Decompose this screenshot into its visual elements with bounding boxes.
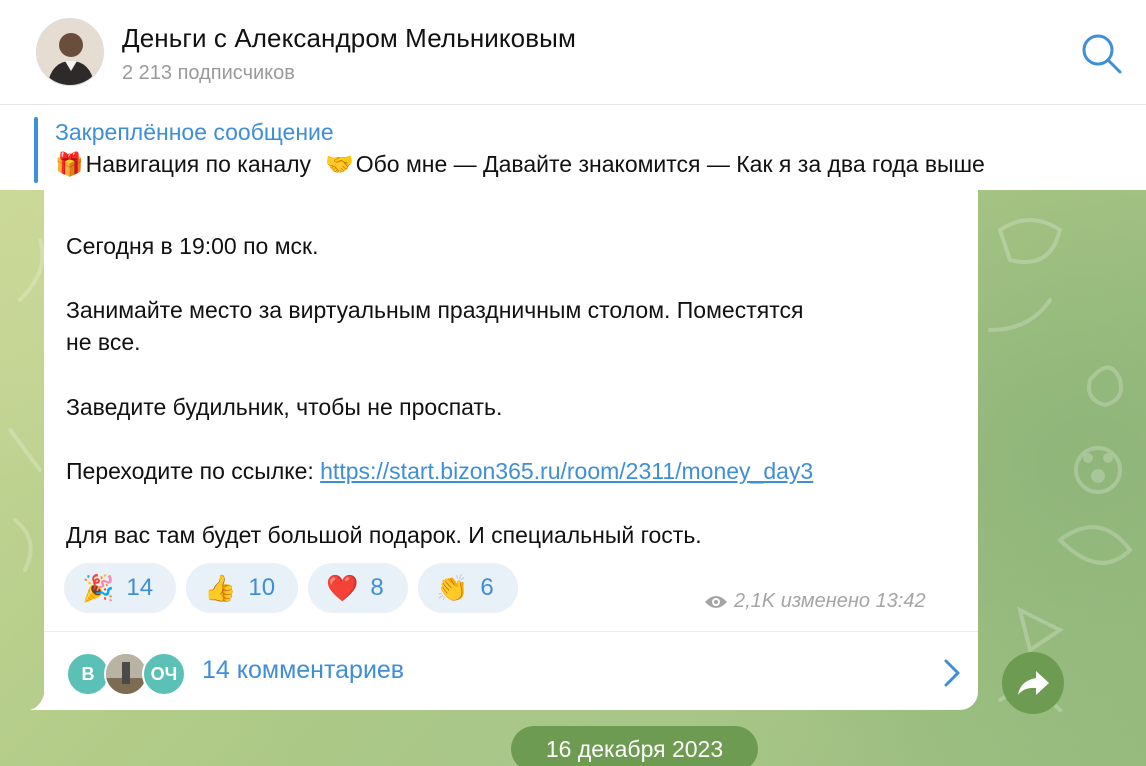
message-link[interactable]: https://start.bizon365.ru/room/2311/mone… (320, 458, 813, 484)
reaction-heart[interactable]: ❤️ 8 (308, 563, 408, 613)
date-separator: 16 декабря 2023 (511, 726, 758, 766)
chevron-right-icon (944, 659, 960, 687)
gift-icon: 🎁 (55, 151, 84, 177)
reaction-count: 8 (370, 574, 384, 601)
reaction-count: 14 (126, 574, 154, 601)
clap-icon: 👏 (436, 573, 469, 603)
forward-button[interactable] (1002, 652, 1064, 714)
view-count: 2,1K (734, 590, 776, 612)
message-line: Занимайте место за виртуальным праздничн… (66, 297, 804, 323)
comments-button[interactable]: В ОЧ 14 комментариев (44, 632, 978, 710)
handshake-icon: 🤝 (325, 151, 354, 177)
pinned-title: Закреплённое сообщение (55, 119, 334, 145)
reaction-count: 6 (480, 574, 494, 601)
edited-time: изменено 13:42 (780, 590, 926, 612)
reaction-thumbs-up[interactable]: 👍 10 (186, 563, 298, 613)
search-icon (1082, 34, 1122, 74)
pinned-message-bar[interactable]: Закреплённое сообщение 🎁Навигация по кан… (0, 104, 1146, 190)
channel-title: Деньги с Александром Мельниковым (122, 23, 576, 53)
message-meta: 2,1K изменено 13:42 (704, 590, 926, 613)
message-line: не все. (66, 329, 141, 355)
message-line: Для вас там будет большой подарок. И спе… (66, 522, 702, 548)
commenter-avatar: ОЧ (142, 652, 186, 696)
comments-count-label: 14 комментариев (202, 656, 405, 684)
thumbs-up-icon: 👍 (204, 573, 237, 603)
party-icon: 🎉 (82, 573, 115, 603)
message-line: Сегодня в 19:00 по мск. (66, 233, 319, 259)
channel-header: Деньги с Александром Мельниковым 2 213 п… (0, 0, 1146, 104)
search-button[interactable] (1080, 32, 1124, 76)
forward-arrow-icon (1018, 671, 1049, 695)
avatar-photo-icon (37, 19, 103, 85)
pinned-indicator (34, 117, 38, 183)
message-line: Заведите будильник, чтобы не проспать. (66, 394, 503, 420)
heart-icon: ❤️ (326, 573, 359, 603)
channel-avatar[interactable] (36, 18, 104, 86)
subscriber-count: 2 213 подписчиков (122, 62, 295, 84)
pinned-preview: 🎁Навигация по каналу 🤝Обо мне — Давайте з… (55, 151, 985, 178)
pinned-text-part: Навигация по каналу (85, 151, 312, 177)
link-prefix: Переходите по ссылке: (66, 458, 314, 484)
reaction-count: 10 (248, 574, 276, 601)
message-link-line: Переходите по ссылке: https://start.bizo… (66, 455, 813, 487)
reaction-party[interactable]: 🎉 14 (64, 563, 176, 613)
commenter-photo-icon (106, 654, 146, 694)
reaction-clap[interactable]: 👏 6 (418, 563, 518, 613)
eye-icon (705, 595, 727, 608)
pinned-text-part: Обо мне — Давайте знакомится — Как я за … (355, 151, 985, 177)
